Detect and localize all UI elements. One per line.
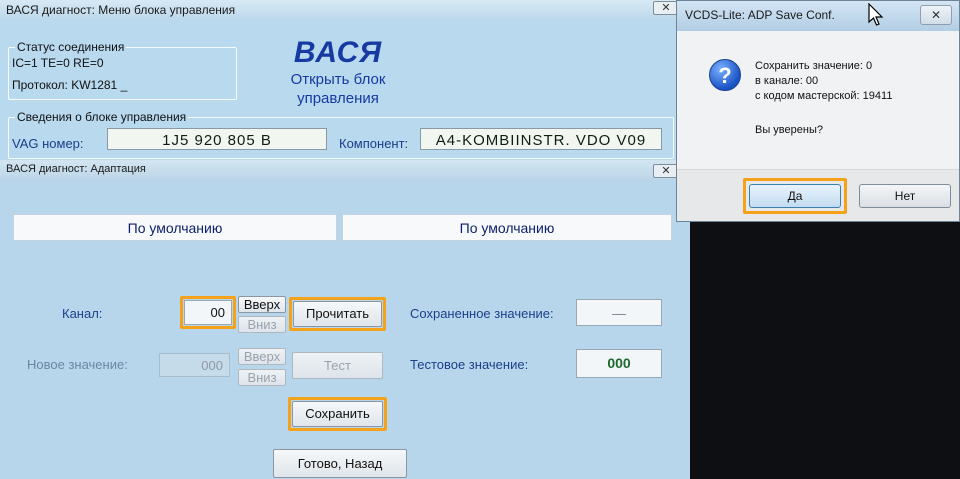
brand-block: ВАСЯ Открыть блок управления <box>268 36 408 108</box>
component-label: Компонент: <box>339 136 409 151</box>
cursor-arrow-icon <box>868 2 884 26</box>
test-button[interactable]: Тест <box>292 352 383 379</box>
channel-label: Канал: <box>62 306 103 321</box>
component-field: A4-KOMBIINSTR. VDO V09 <box>420 128 662 150</box>
channel-up-button[interactable]: Вверх <box>238 296 286 313</box>
dialog-line-3: с кодом мастерской: 19411 <box>755 90 893 102</box>
vag-number-label: VAG номер: <box>12 136 84 151</box>
question-icon: ? <box>709 59 741 91</box>
dialog-message: Сохранить значение: 0 в канале: 00 с код… <box>755 59 892 104</box>
dialog-titlebar: VCDS-Lite: ADP Save Conf. <box>677 1 959 31</box>
saved-value-label: Сохраненное значение: <box>410 306 554 321</box>
new-value-label: Новое значение: <box>27 357 128 372</box>
adaptation-title: ВАСЯ диагност: Адаптация <box>6 163 146 175</box>
close-icon: ✕ <box>661 2 671 14</box>
dialog-line-2: в канале: 00 <box>755 75 819 87</box>
default-header-left: По умолчанию <box>13 214 337 241</box>
dialog-question: Вы уверены? <box>755 124 823 136</box>
module-info-title: Сведения о блоке управления <box>15 110 189 124</box>
connection-status-group: Статус соединения IC=1 TE=0 RE=0 Протоко… <box>8 40 237 100</box>
brand-subtitle-1: Открыть блок <box>290 71 386 88</box>
main-title: ВАСЯ диагност: Меню блока управления <box>6 3 236 17</box>
adaptation-titlebar: ВАСЯ диагност: Адаптация <box>0 160 690 180</box>
close-icon: ✕ <box>661 165 671 177</box>
protocol-label: Протокол: KW1281 _ <box>12 78 128 92</box>
no-button[interactable]: Нет <box>859 184 951 208</box>
saved-value-field: — <box>576 299 662 326</box>
test-value-field: 000 <box>576 349 662 378</box>
new-value-down-button[interactable]: Вниз <box>238 369 286 386</box>
adaptation-window: ВАСЯ диагност: Адаптация ✕ По умолчанию … <box>0 160 690 479</box>
dialog-title: VCDS-Lite: ADP Save Conf. <box>685 8 835 22</box>
new-value-input[interactable]: 000 <box>159 353 230 377</box>
save-highlight <box>288 397 387 431</box>
done-back-button[interactable]: Готово, Назад <box>273 449 407 478</box>
test-value-label: Тестовое значение: <box>410 357 529 372</box>
default-header-right: По умолчанию <box>342 214 672 241</box>
close-icon: ✕ <box>930 8 942 22</box>
adp-save-confirm-dialog: VCDS-Lite: ADP Save Conf. ✕ ? Сохранить … <box>676 0 960 222</box>
dialog-button-bar: Да Нет <box>677 169 959 221</box>
connection-status-title: Статус соединения <box>15 40 127 54</box>
main-titlebar: ВАСЯ диагност: Меню блока управления <box>0 0 689 20</box>
channel-highlight <box>180 296 236 329</box>
connection-status-line: IC=1 TE=0 RE=0 <box>12 56 104 70</box>
dialog-close-button[interactable]: ✕ <box>920 5 952 25</box>
dialog-line-1: Сохранить значение: 0 <box>755 60 873 72</box>
vag-number-field: 1J5 920 805 B <box>107 128 327 150</box>
read-highlight <box>289 297 386 331</box>
yes-highlight <box>743 178 847 214</box>
brand-logo: ВАСЯ <box>293 36 383 69</box>
brand-subtitle-2: управления <box>297 90 379 107</box>
new-value-up-button[interactable]: Вверх <box>238 348 286 365</box>
channel-down-button[interactable]: Вниз <box>238 316 286 333</box>
